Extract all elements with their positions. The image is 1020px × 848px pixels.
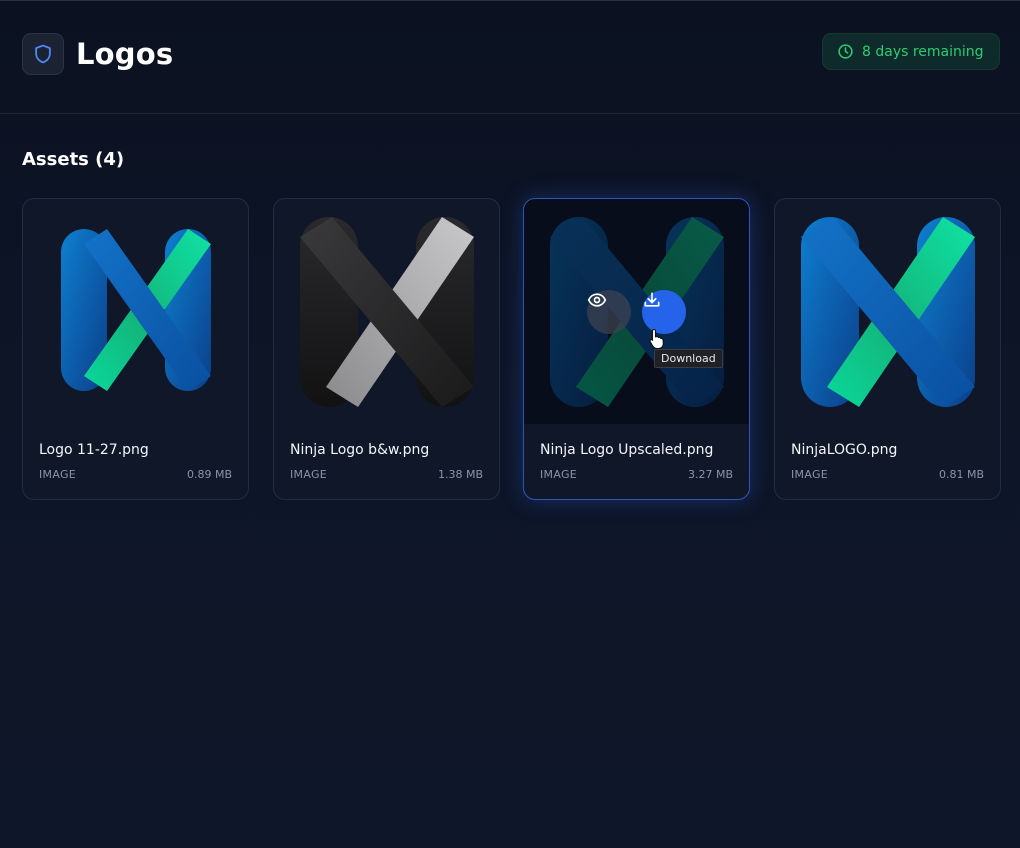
page-header: Logos 8 days remaining <box>0 1 1020 114</box>
asset-type: IMAGE <box>540 468 578 481</box>
asset-thumbnail <box>524 199 749 424</box>
collection-badge <box>22 33 64 75</box>
assets-heading: Assets (4) <box>22 149 125 170</box>
asset-thumbnail <box>23 199 248 424</box>
page-title: Logos <box>76 37 174 71</box>
asset-name: Logo 11-27.png <box>39 442 149 458</box>
asset-size: 0.89 MB <box>186 468 232 481</box>
asset-size: 1.38 MB <box>437 468 483 481</box>
asset-card[interactable]: Ninja Logo b&w.png IMAGE 1.38 MB <box>273 198 500 500</box>
asset-name: Ninja Logo b&w.png <box>290 442 430 458</box>
asset-thumbnail <box>274 199 499 424</box>
asset-size: 3.27 MB <box>687 468 733 481</box>
asset-type: IMAGE <box>39 468 77 481</box>
download-tooltip: Download <box>654 349 723 368</box>
asset-size: 0.81 MB <box>938 468 984 481</box>
asset-name: NinjaLOGO.png <box>791 442 898 458</box>
asset-card[interactable]: Logo 11-27.png IMAGE 0.89 MB <box>22 198 249 500</box>
shield-icon <box>35 44 51 64</box>
asset-type: IMAGE <box>791 468 829 481</box>
asset-card[interactable]: NinjaLOGO.png IMAGE 0.81 MB <box>774 198 1001 500</box>
eye-icon <box>587 293 607 307</box>
hover-overlay <box>524 199 749 424</box>
asset-name: Ninja Logo Upscaled.png <box>540 442 714 458</box>
expiry-badge: 8 days remaining <box>822 33 1000 70</box>
asset-thumbnail <box>775 199 1000 424</box>
preview-button[interactable] <box>587 290 631 334</box>
hand-cursor-icon <box>649 328 664 350</box>
expiry-text: 8 days remaining <box>862 43 984 60</box>
asset-type: IMAGE <box>290 468 328 481</box>
download-icon <box>644 292 660 307</box>
clock-icon <box>837 43 854 60</box>
